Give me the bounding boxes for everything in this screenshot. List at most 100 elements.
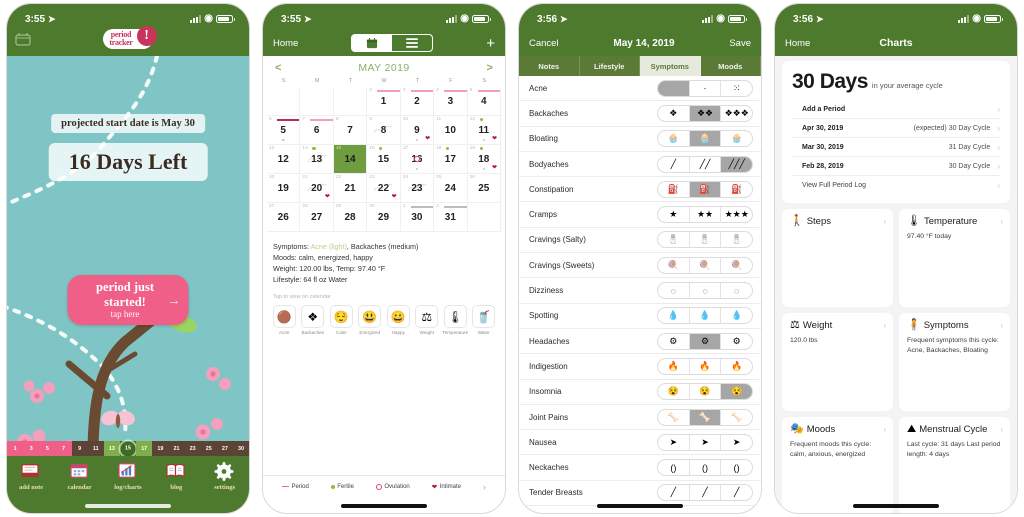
severity-level-1[interactable]: ➤ [658, 434, 690, 450]
symptom-row[interactable]: Cravings (Salty) 🧂 🧂 🧂 [519, 228, 761, 254]
severity-level-1[interactable]: ╱ [658, 485, 690, 501]
calendar-cell-8[interactable]: 98 [367, 116, 401, 145]
severity-level-3[interactable]: ★★★ [721, 207, 752, 222]
save-button[interactable]: Save [729, 38, 751, 49]
severity-selector[interactable]: ╱ ╱╱ ╱╱╱ [657, 155, 753, 173]
calendar-cell-26[interactable]: 27 26 [267, 203, 301, 232]
severity-level-1[interactable]: 🔥 [658, 358, 690, 374]
severity-selector[interactable]: 🔥 🔥 🔥 [657, 357, 753, 375]
severity-level-3[interactable]: 🍭 [721, 258, 752, 273]
severity-level-1[interactable]: 🧁 [658, 131, 690, 147]
tab-blog[interactable]: blog [153, 462, 199, 491]
tab-log-charts[interactable]: log/charts [105, 462, 151, 491]
severity-level-1[interactable]: ╱ [658, 156, 690, 172]
period-log-row[interactable]: Mar 30, 2019 31 Day Cycle › [792, 137, 1000, 156]
next-month-button[interactable]: > [487, 62, 493, 74]
severity-level-1[interactable]: 🧂 [658, 232, 690, 248]
calendar-cell-31[interactable]: 2 31 [434, 203, 468, 232]
period-log-row[interactable]: Feb 28, 2019 30 Day Cycle › [792, 156, 1000, 175]
quick-icon-backaches[interactable]: ❖ Backaches [300, 305, 327, 335]
severity-level-3[interactable]: 💧 [721, 308, 752, 323]
cancel-button[interactable]: Cancel [529, 38, 559, 49]
calendar-cell-10[interactable]: 11 10 [434, 116, 468, 145]
calendar-cell-14[interactable]: 15 14 [333, 145, 368, 174]
calendar-cell-3[interactable]: 43 [434, 87, 468, 116]
tab-settings[interactable]: settings [202, 462, 248, 491]
home-button[interactable]: Home [785, 38, 810, 49]
severity-selector[interactable]: 🍭 🍭 🍭 [657, 256, 753, 274]
tab-symptoms[interactable]: Symptoms [640, 56, 701, 76]
quick-icon-calm[interactable]: 😌 Calm [328, 305, 355, 335]
calendar-cell-20[interactable]: 21 20 ❤ [300, 174, 334, 203]
calendar-view-icon[interactable] [352, 35, 393, 51]
cycle-day-21[interactable]: 21 [168, 441, 185, 456]
metric-card-moods[interactable]: 🎭 Moods › Frequent moods this cycle: calm, … [782, 417, 893, 513]
severity-level-2[interactable]: 🧁 [689, 131, 722, 147]
severity-selector[interactable]: ◌ ◌ ◌ [657, 282, 753, 300]
calendar-cell-2[interactable]: 32 [400, 87, 435, 116]
period-history-list[interactable]: Add a Period › Apr 30, 2019 (expected) 30 D… [792, 100, 1000, 194]
calendar-cell-9[interactable]: 10 9 ❤ [400, 116, 435, 145]
cycle-day-9[interactable]: 9 [71, 441, 88, 456]
calendar-grid[interactable]: ...2132435465768798109❤11101211❤13121413… [267, 87, 501, 232]
severity-level-2[interactable]: ◌ [690, 283, 722, 299]
severity-level-1[interactable]: ★ [658, 207, 690, 223]
period-log-row[interactable]: Apr 30, 2019 (expected) 30 Day Cycle › [792, 118, 1000, 137]
calendar-cell-17[interactable]: 18 17 [434, 145, 468, 174]
severity-level-2[interactable]: ╱╱ [690, 156, 722, 172]
cycle-day-27[interactable]: 27 [216, 441, 233, 456]
severity-selector[interactable]: ⛽ ⛽ ⛽ [657, 180, 753, 198]
severity-selector[interactable]: ╱ ╱ ╱ [657, 484, 753, 502]
severity-level-1[interactable] [658, 80, 690, 96]
severity-level-1[interactable]: ❖ [658, 105, 690, 121]
severity-level-3[interactable]: ╱ [721, 485, 752, 500]
list-view-icon[interactable] [392, 35, 432, 51]
symptom-row[interactable]: Spotting 💧 💧 💧 [519, 304, 761, 329]
cycle-day-3[interactable]: 3 [23, 441, 40, 456]
tab-lifestyle[interactable]: Lifestyle [580, 56, 640, 76]
calendar-cell-18[interactable]: 19 18 ❤ [467, 145, 501, 174]
severity-level-2[interactable]: 🦴 [689, 409, 722, 425]
severity-selector[interactable]: 💧 💧 💧 [657, 307, 753, 325]
home-button[interactable]: Home [273, 38, 298, 49]
metric-card-menstrual-cycle[interactable]: ⛰ Menstrual Cycle › Last cycle: 31 days Las… [899, 417, 1010, 513]
cycle-day-5[interactable]: 5 [39, 441, 56, 456]
severity-selector[interactable]: 😵 😵 😵 [657, 383, 753, 401]
metric-card-steps[interactable]: 🚶 Steps › [782, 209, 893, 307]
period-log-row[interactable]: Add a Period › [792, 100, 1000, 118]
calendar-cell-11[interactable]: 12 11 ❤ [467, 116, 501, 145]
calendar-cell-22[interactable]: 23 22 ❤ [367, 174, 401, 203]
severity-level-2[interactable]: ·⁣ [690, 80, 722, 96]
severity-level-3[interactable]: 😵 [721, 384, 752, 400]
severity-level-2[interactable]: ⛽ [689, 181, 722, 197]
symptom-row[interactable]: Tender Breasts ╱ ╱ ╱ [519, 481, 761, 507]
tab-calendar[interactable]: calendar [57, 462, 103, 491]
calendar-cell-5[interactable]: 65 [267, 116, 301, 145]
quick-icon-happy[interactable]: 😀 Happy [385, 305, 412, 335]
severity-level-2[interactable]: 💧 [690, 308, 722, 324]
severity-selector[interactable]: () () () [657, 459, 753, 477]
symptom-row[interactable]: Nausea ➤ ➤ ➤ [519, 430, 761, 456]
severity-level-2[interactable]: ★★ [690, 207, 722, 223]
cycle-day-23[interactable]: 23 [184, 441, 201, 456]
severity-level-3[interactable]: 🔥 [721, 359, 752, 374]
symptom-row[interactable]: Indigestion 🔥 🔥 🔥 [519, 354, 761, 380]
calendar-cell-15[interactable]: 16 15 [367, 145, 401, 174]
symptom-row[interactable]: Joint Pains 🦴 🦴 🦴 [519, 405, 761, 431]
calendar-cell-1[interactable]: 21 [367, 87, 401, 116]
severity-level-1[interactable]: 🍭 [658, 257, 690, 273]
severity-level-3[interactable]: 🧁 [721, 131, 752, 146]
quick-icon-energized[interactable]: 😃 Energized [357, 305, 384, 335]
severity-level-2[interactable]: ❖❖ [689, 105, 722, 121]
severity-selector[interactable]: ⚙ ⚙ ⚙ [657, 332, 753, 350]
calendar-cell-24[interactable]: 25 24 [434, 174, 468, 203]
severity-level-3[interactable]: 🦴 [721, 410, 752, 425]
prev-month-button[interactable]: < [275, 62, 281, 74]
severity-level-3[interactable]: ⚙ [721, 334, 752, 349]
severity-level-1[interactable]: 😵 [658, 384, 690, 400]
cycle-day-strip[interactable]: 1 3 5 7 9 11 13 15 17 19 21 23 25 27 30 [7, 441, 249, 456]
cycle-day-30[interactable]: 30 [232, 441, 249, 456]
calendar-cell-27[interactable]: 28 27 [300, 203, 334, 232]
metric-card-symptoms[interactable]: 🧍 Symptoms › Frequent symptoms this cycle: … [899, 313, 1010, 411]
period-log-row[interactable]: View Full Period Log › [792, 175, 1000, 194]
